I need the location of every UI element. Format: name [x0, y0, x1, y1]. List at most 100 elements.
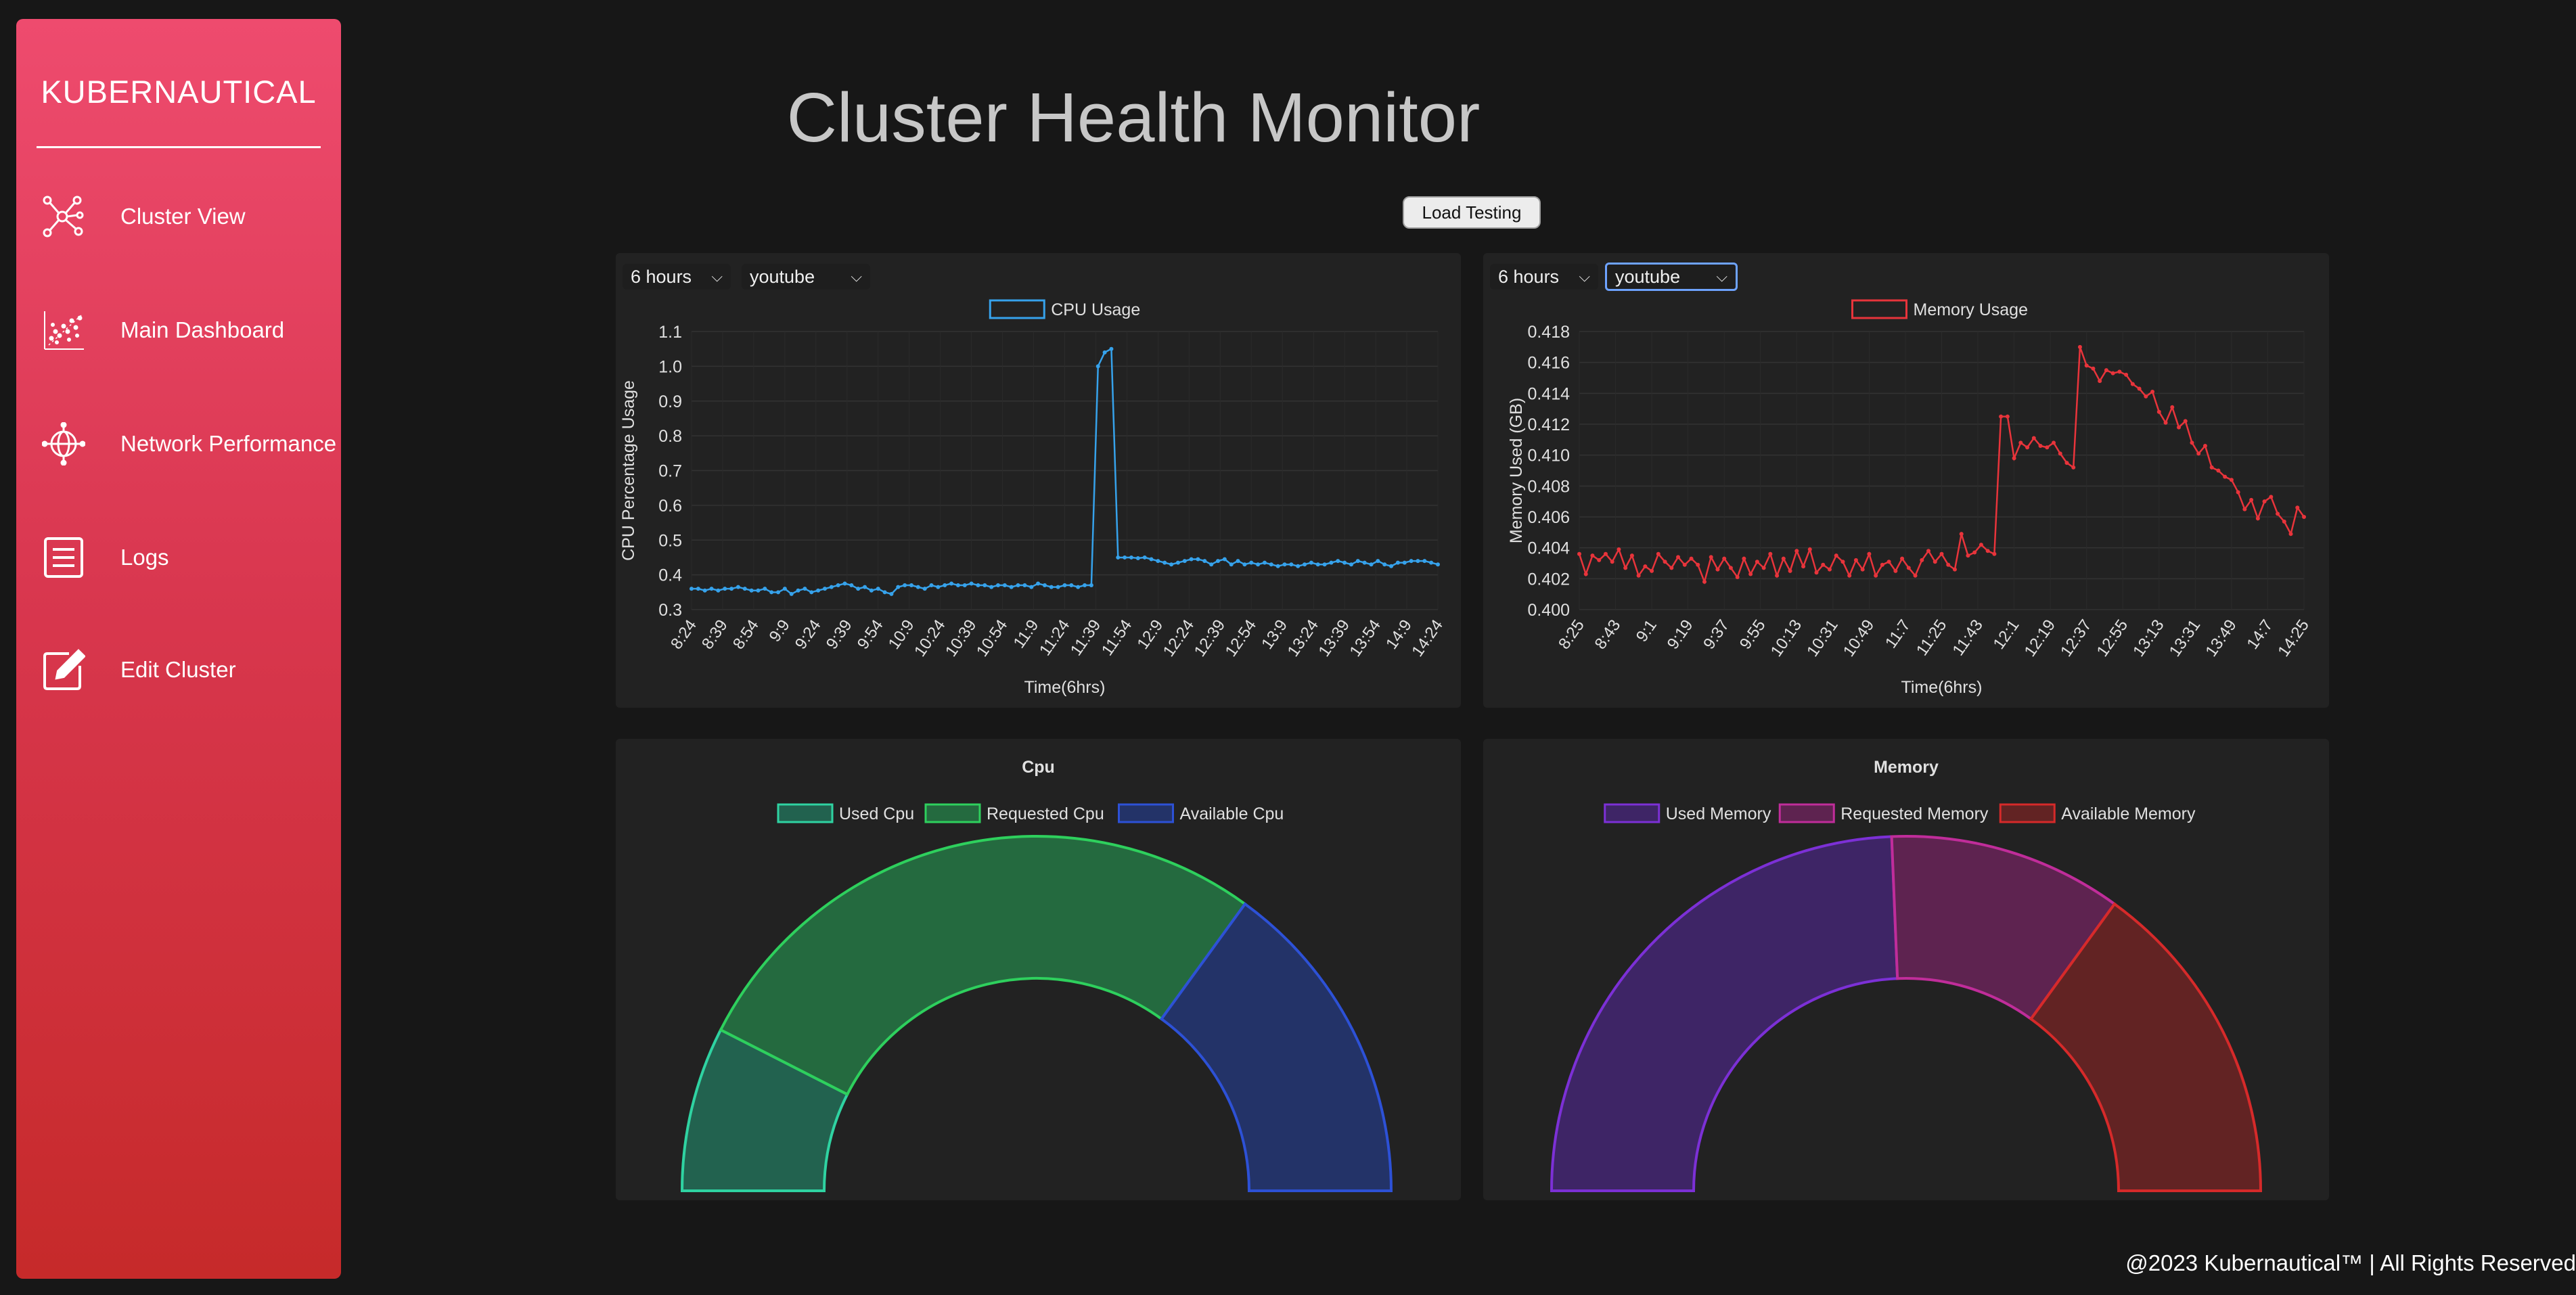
y-tick-label: 0.406	[1527, 508, 1570, 527]
data-point	[1952, 567, 1957, 572]
data-point	[1129, 555, 1133, 560]
chevron-down-icon: ⌵	[1716, 268, 1727, 285]
cpu-half-doughnut-chart: Cpu Used Cpu Requested Cpu Available Cpu	[680, 758, 1393, 1192]
data-point	[1049, 585, 1054, 589]
data-point	[2025, 445, 2030, 450]
sidebar-item-logs[interactable]: Logs	[41, 530, 338, 585]
legend-swatch	[1118, 803, 1174, 823]
x-tick-label: 11:39	[1067, 616, 1105, 659]
scatter-chart-icon	[41, 307, 87, 353]
data-point	[1416, 559, 1420, 564]
data-point	[936, 585, 941, 589]
data-point	[2137, 386, 2142, 391]
data-point	[1636, 573, 1641, 578]
data-point	[1382, 562, 1387, 567]
data-point	[1689, 556, 1694, 561]
legend: CPU Usage	[989, 299, 1140, 319]
data-point	[889, 591, 894, 596]
document-list-icon	[41, 535, 87, 581]
data-point	[2058, 451, 2062, 456]
data-point	[1036, 581, 1041, 586]
data-point	[1992, 551, 1997, 556]
data-point	[2064, 461, 2069, 465]
sidebar-item-label: Logs	[120, 545, 169, 570]
data-point	[1109, 346, 1114, 351]
data-point	[1123, 555, 1127, 560]
sidebar-item-label: Network Performance	[120, 431, 337, 456]
data-point	[1643, 564, 1648, 569]
x-tick-label: 11:54	[1098, 616, 1136, 659]
y-tick-label: 0.402	[1527, 570, 1570, 589]
legend-swatch	[1604, 803, 1660, 823]
data-point	[1436, 562, 1440, 567]
data-point	[1236, 559, 1240, 564]
data-point	[1095, 364, 1100, 369]
sidebar-item-network-performance[interactable]: Network Performance	[41, 417, 338, 471]
data-point	[2196, 451, 2201, 456]
data-point	[2269, 495, 2274, 499]
y-tick-label: 0.404	[1527, 539, 1570, 558]
data-point	[1972, 550, 1977, 555]
data-point	[2276, 512, 2280, 516]
gauge-segment-used-memory	[1550, 835, 1899, 1192]
memory-namespace-select[interactable]: youtube ⌵	[1605, 263, 1738, 291]
data-point	[782, 587, 787, 591]
x-tick-label: 11:7	[1882, 616, 1914, 652]
data-point	[2091, 366, 2096, 371]
memory-time-range-select[interactable]: 6 hours ⌵	[1490, 264, 1598, 290]
data-point	[1336, 559, 1340, 564]
data-point	[1422, 559, 1427, 564]
load-testing-button[interactable]: Load Testing	[1403, 196, 1541, 229]
sidebar-item-edit-cluster[interactable]: Edit Cluster	[41, 643, 338, 697]
y-tick-label: 0.9	[658, 392, 682, 411]
x-tick-label: 12:55	[2094, 616, 2132, 660]
data-point	[749, 588, 754, 593]
data-point	[1886, 560, 1891, 564]
x-tick-label: 10:31	[1803, 616, 1842, 660]
data-point	[863, 585, 867, 589]
data-point	[709, 587, 714, 591]
chevron-down-icon: ⌵	[1579, 268, 1590, 285]
data-point	[2045, 445, 2050, 450]
x-tick-label: 9:39	[823, 616, 856, 653]
data-point	[2170, 405, 2175, 409]
cpu-namespace-select[interactable]: youtube ⌵	[742, 264, 870, 290]
data-point	[949, 581, 954, 586]
data-point	[829, 585, 834, 589]
x-tick-label: 9:54	[854, 616, 887, 653]
data-point	[1860, 567, 1865, 572]
data-point	[756, 588, 761, 593]
data-point	[1216, 559, 1221, 564]
gauge-segment-requested-cpu	[719, 835, 1247, 1097]
data-point	[2144, 394, 2148, 399]
data-point	[1189, 557, 1194, 562]
data-point	[702, 588, 707, 593]
cpu-time-range-select[interactable]: 6 hours ⌵	[623, 264, 731, 290]
legend: Memory Usage	[1851, 299, 2028, 319]
data-point	[943, 583, 947, 588]
data-point	[1089, 583, 1093, 588]
sidebar-item-cluster-view[interactable]: Cluster View	[41, 189, 338, 244]
x-tick-label: 10:39	[942, 616, 980, 660]
x-axis-label: Time(6hrs)	[1901, 678, 1983, 697]
data-point	[2012, 456, 2016, 461]
data-point	[736, 585, 740, 589]
y-axis-label: Memory Used (GB)	[1507, 398, 1526, 543]
data-point	[2262, 499, 2267, 504]
x-tick-label: 9:1	[1633, 616, 1660, 645]
data-point	[1669, 566, 1674, 570]
data-point	[1906, 566, 1911, 570]
data-point	[1893, 568, 1898, 573]
data-point	[1629, 553, 1634, 558]
data-point	[916, 585, 920, 589]
chart-title: Cpu	[1022, 758, 1055, 777]
data-point	[2124, 372, 2129, 377]
x-tick-label: 12:24	[1160, 616, 1198, 660]
sidebar-item-label: Cluster View	[120, 204, 246, 229]
data-point	[1409, 559, 1414, 564]
data-point	[929, 583, 934, 588]
y-tick-label: 0.416	[1527, 354, 1570, 373]
data-point	[1985, 549, 1990, 553]
sidebar-item-main-dashboard[interactable]: Main Dashboard	[41, 303, 338, 357]
x-tick-label: 14:25	[2274, 616, 2313, 660]
